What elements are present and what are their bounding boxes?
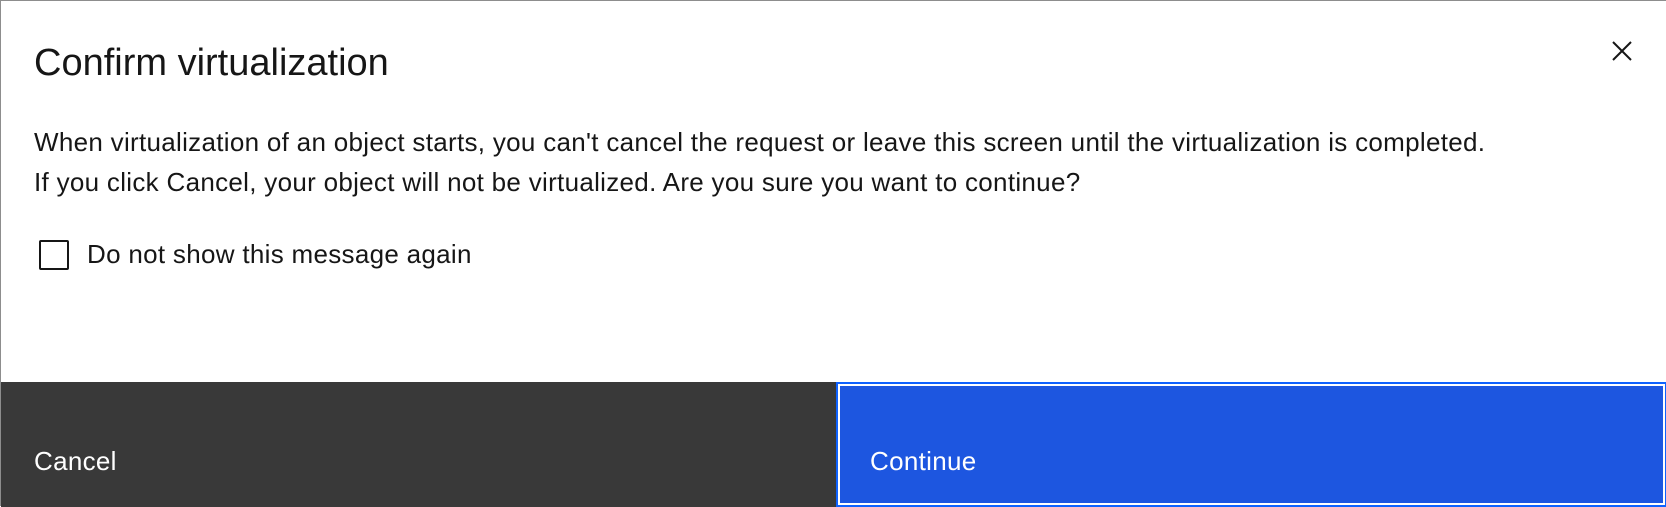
continue-button-label: Continue [870, 446, 977, 476]
dialog-title: Confirm virtualization [34, 42, 389, 84]
dialog-message-line-2: If you click Cancel, your object will no… [34, 167, 1081, 197]
dialog-footer: Cancel Continue [1, 382, 1666, 507]
checkbox-box[interactable] [39, 239, 69, 270]
dialog-message-line-1: When virtualization of an object starts,… [34, 127, 1486, 157]
dialog-message: When virtualization of an object starts,… [34, 122, 1644, 202]
continue-button[interactable]: Continue [836, 382, 1666, 507]
confirm-virtualization-dialog: Confirm virtualization When virtualizati… [0, 0, 1666, 507]
checkbox-label: Do not show this message again [87, 239, 472, 269]
cancel-button-label: Cancel [34, 446, 117, 476]
close-button[interactable] [1598, 27, 1646, 75]
do-not-show-again-checkbox[interactable]: Do not show this message again [39, 239, 472, 270]
cancel-button[interactable]: Cancel [1, 382, 836, 507]
close-icon [1612, 41, 1632, 61]
